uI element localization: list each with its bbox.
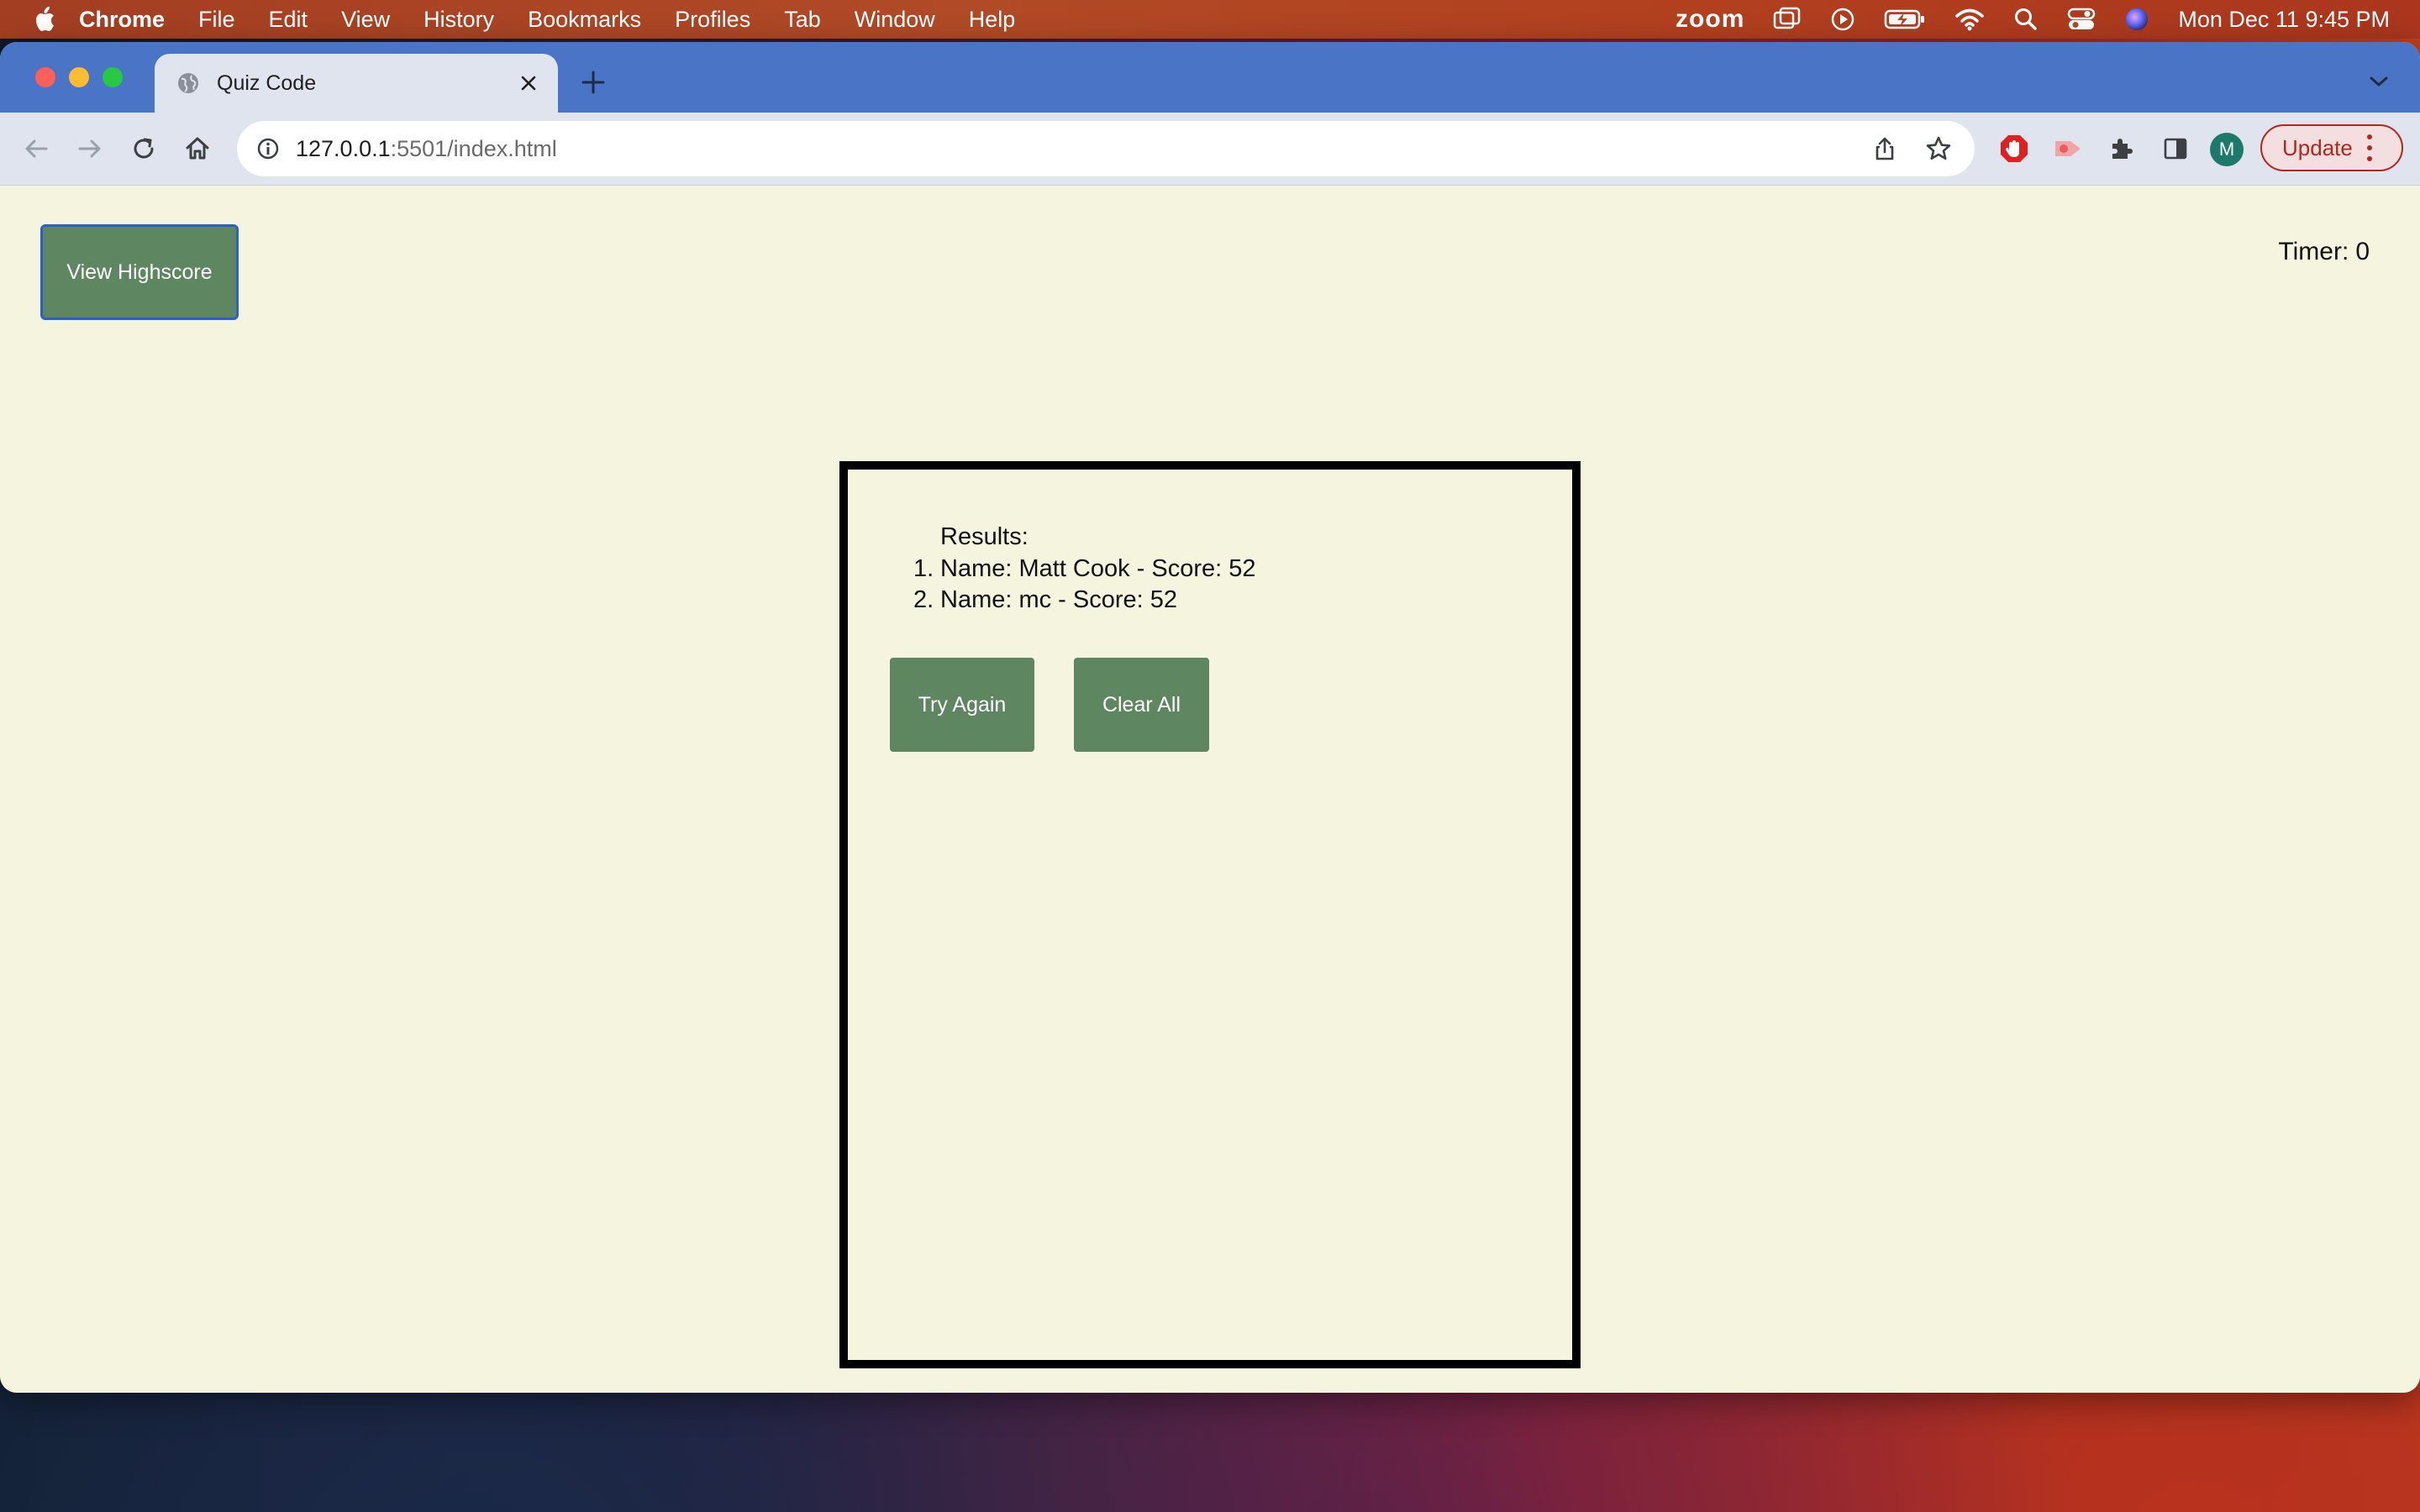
apple-logo-icon[interactable]: [32, 6, 55, 33]
globe-icon: [178, 73, 198, 93]
address-bar[interactable]: 127.0.0.1:5501/index.html: [237, 121, 1975, 176]
menu-history[interactable]: History: [424, 7, 494, 33]
window-minimize-button[interactable]: [69, 67, 89, 87]
site-info-icon[interactable]: [255, 136, 281, 161]
menu-edit[interactable]: Edit: [269, 7, 308, 33]
screen-mirroring-icon[interactable]: [1773, 7, 1802, 32]
siri-icon[interactable]: [2124, 7, 2149, 32]
battery-icon[interactable]: [1884, 8, 1926, 30]
update-label: Update: [2282, 134, 2353, 160]
timer-display: Timer: 0: [2278, 238, 2370, 266]
list-item: 2. Name: mc - Score: 52: [913, 585, 1256, 616]
update-button[interactable]: Update: [2260, 124, 2403, 171]
list-item-text: Name: Matt Cook - Score: 52: [940, 555, 1256, 582]
share-icon[interactable]: [1867, 131, 1902, 166]
url-path: :5501/index.html: [390, 135, 557, 161]
browser-window: Quiz Code 127.0.0.1:5501/index.html M Up…: [0, 42, 2420, 1393]
kebab-menu-icon[interactable]: [2366, 134, 2373, 161]
browser-toolbar: 127.0.0.1:5501/index.html M Update: [0, 113, 2420, 186]
menu-bar-clock[interactable]: Mon Dec 11 9:45 PM: [2178, 7, 2390, 33]
menu-window[interactable]: Window: [855, 7, 935, 33]
back-arrow-icon[interactable]: [18, 131, 54, 166]
menu-bar-status-area: zoom Mon Dec 11 9:45 PM: [1676, 0, 2390, 39]
play-icon[interactable]: [1830, 7, 1855, 32]
web-page-content: View Highscore Timer: 0 Results: 1. Name: …: [0, 186, 2420, 1393]
clear-all-button[interactable]: Clear All: [1074, 658, 1209, 752]
new-tab-plus-icon[interactable]: [576, 66, 610, 99]
tab-strip: Quiz Code: [0, 42, 2420, 113]
tab-quiz-code[interactable]: Quiz Code: [155, 54, 558, 113]
macos-menu-bar: Chrome File Edit View History Bookmarks …: [0, 0, 2420, 39]
tab-title: Quiz Code: [217, 71, 317, 95]
list-item-text: Name: mc - Score: 52: [940, 586, 1178, 613]
timer-value: 0: [2355, 238, 2370, 265]
window-fullscreen-button[interactable]: [103, 67, 123, 87]
menu-tab[interactable]: Tab: [784, 7, 821, 33]
menu-bookmarks[interactable]: Bookmarks: [528, 7, 641, 33]
screen-recorder-extension-icon[interactable]: [2050, 131, 2086, 166]
results-list: 1. Name: Matt Cook - Score: 52 2. Name: mc…: [913, 554, 1256, 616]
try-again-button[interactable]: Try Again: [890, 658, 1034, 752]
adblock-extension-icon[interactable]: [1996, 131, 2032, 166]
side-panel-icon[interactable]: [2158, 131, 2193, 166]
tab-search-chevron-down-icon[interactable]: [2365, 67, 2393, 96]
menu-help[interactable]: Help: [969, 7, 1016, 33]
spotlight-search-icon[interactable]: [2013, 7, 2039, 32]
results-title: Results:: [940, 523, 1028, 550]
menu-profiles[interactable]: Profiles: [675, 7, 750, 33]
list-item-number: 2.: [913, 586, 934, 613]
control-center-icon[interactable]: [2067, 7, 2096, 32]
menu-view[interactable]: View: [341, 7, 390, 33]
bookmark-star-icon[interactable]: [1921, 131, 1956, 166]
reload-icon[interactable]: [126, 131, 161, 166]
zoom-status-item[interactable]: zoom: [1676, 5, 1744, 34]
timer-label: Timer:: [2278, 238, 2349, 265]
home-icon[interactable]: [180, 131, 215, 166]
list-item-number: 1.: [913, 555, 934, 582]
url-host: 127.0.0.1: [296, 135, 391, 161]
url-text[interactable]: 127.0.0.1:5501/index.html: [296, 136, 1867, 162]
profile-avatar[interactable]: M: [2210, 133, 2244, 166]
window-close-button[interactable]: [35, 67, 55, 87]
results-panel: Results: 1. Name: Matt Cook - Score: 52 2…: [839, 461, 1581, 1368]
extensions-puzzle-icon[interactable]: [2104, 131, 2139, 166]
forward-arrow-icon[interactable]: [72, 131, 108, 166]
tab-close-icon[interactable]: [518, 72, 539, 94]
view-highscore-button[interactable]: View Highscore: [40, 224, 239, 320]
menu-file[interactable]: File: [198, 7, 235, 33]
menu-app-name[interactable]: Chrome: [79, 7, 165, 33]
list-item: 1. Name: Matt Cook - Score: 52: [913, 554, 1256, 585]
wifi-icon[interactable]: [1954, 8, 1985, 31]
